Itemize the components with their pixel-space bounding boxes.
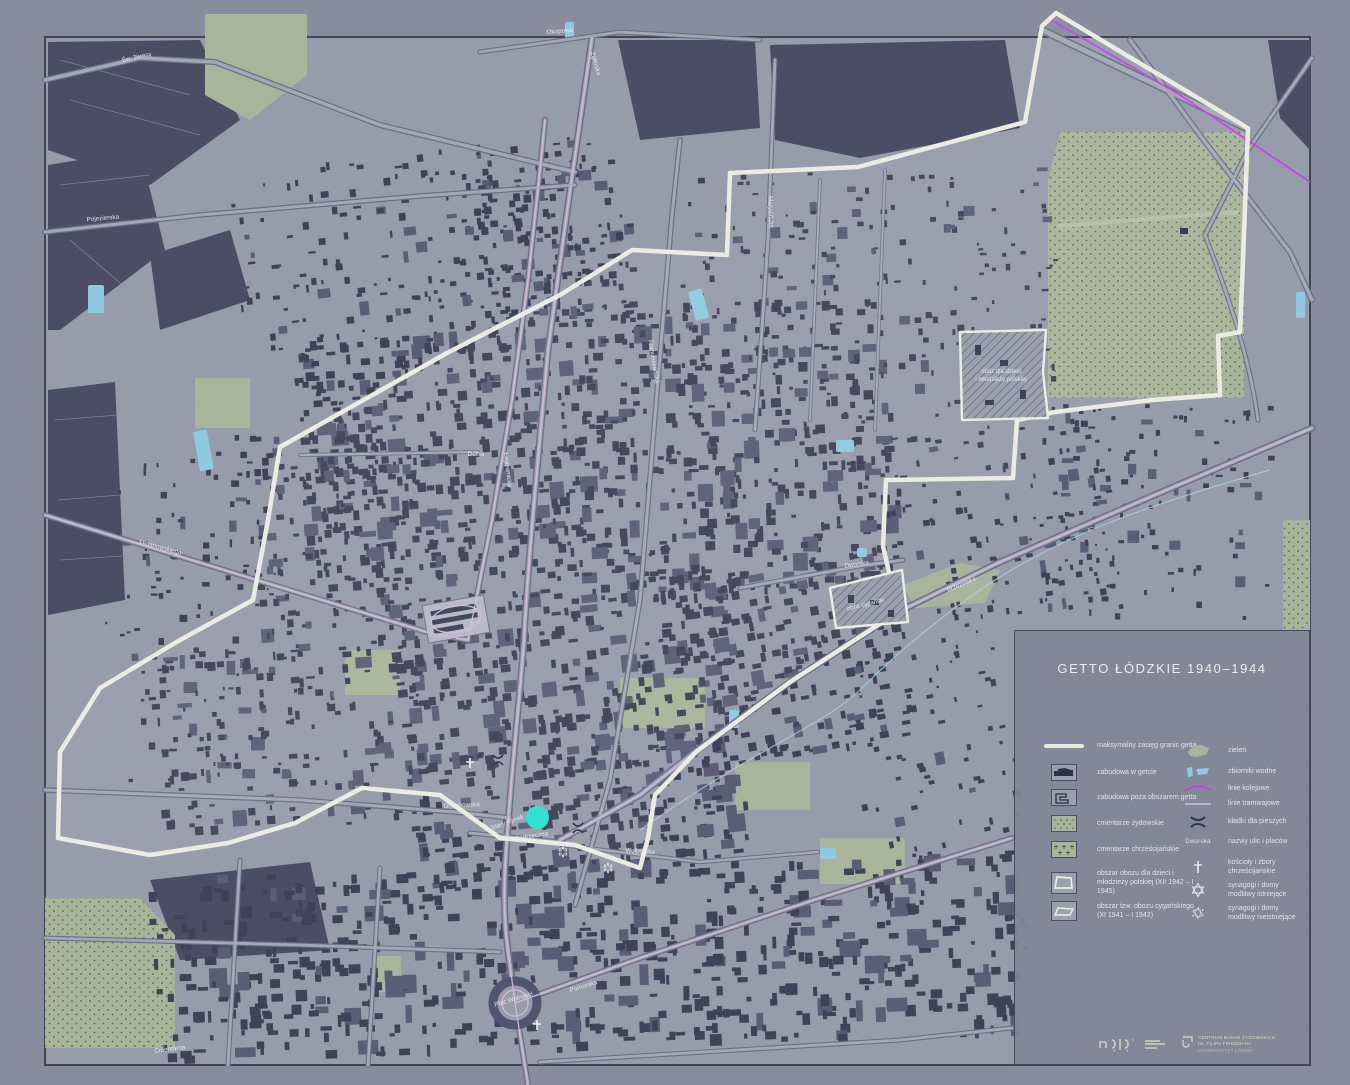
map-document: Św. Teresy Okopowa Pojezierska Zgierska Mary… bbox=[0, 0, 1350, 1085]
legend-item-jewish-cemeteries: cmentarze żydowskie bbox=[1041, 815, 1197, 832]
legend-item-buildings-outside: zabudowa poza obszarem getta bbox=[1041, 789, 1197, 806]
legend-item-christian-cemeteries: cmentarze chrześcijańskie bbox=[1041, 841, 1197, 858]
buildings-outside-icon bbox=[1041, 789, 1087, 806]
children-camp-label: i młodzieży polskiej bbox=[975, 377, 1026, 383]
map-title: GETTO ŁÓDZKIE 1940–1944 bbox=[1057, 661, 1267, 676]
street-name-sample: Dworska bbox=[1185, 838, 1211, 845]
legend-item-children-camp: obszar obozu dla dzieci i młodzieży pols… bbox=[1041, 869, 1197, 896]
greenery-icon bbox=[1178, 743, 1218, 759]
railway-lines-icon bbox=[1178, 783, 1218, 795]
legend-item-churches: kościoły i zbory chrześcijańskie bbox=[1178, 858, 1302, 876]
legend-item-gypsy-camp: obszar tzw. obozu cygańskiego (XI 1941 –… bbox=[1041, 901, 1197, 921]
children-camp-label: obóz dla dzieci bbox=[981, 369, 1021, 375]
org-name-line2: IM. FILIPA FRIEDMANA bbox=[1198, 1041, 1252, 1047]
children-camp-icon bbox=[1041, 871, 1087, 894]
university-logo: CENTRUM BADAŃ ŻYDOWSKICH IM. FILIPA FRIE… bbox=[1181, 1035, 1275, 1055]
jewish-cemeteries-icon bbox=[1041, 815, 1087, 832]
legend-item-tram-lines: linie tramwajowe bbox=[1178, 799, 1302, 808]
church-cross-icon bbox=[1178, 859, 1218, 875]
org-name-line3: UNIWERSYTET ŁÓDZKI bbox=[1198, 1048, 1253, 1054]
legend-item-synagogues-nonexisting: synagogi i domy modlitwy nieistniejące bbox=[1178, 904, 1302, 922]
legend-item-synagogues-existing: synagogi i domy modlitwy istniejące bbox=[1178, 881, 1302, 899]
gypsy-camp-icon bbox=[1041, 901, 1087, 921]
legend-item-water-bodies: zbiorniki wodne bbox=[1178, 765, 1302, 779]
legend-item-greenery: zieleń bbox=[1178, 743, 1302, 759]
credits: CENTRUM BADAŃ ŻYDOWSKICH IM. FILIPA FRIE… bbox=[1097, 1035, 1275, 1055]
location-marker[interactable] bbox=[526, 806, 549, 829]
logo-text-bars bbox=[1145, 1039, 1165, 1049]
legend-item-street-names: Dworska nazwy ulic i placów bbox=[1178, 837, 1302, 846]
christian-cemeteries-icon bbox=[1041, 841, 1087, 858]
footbridge-icon bbox=[1178, 815, 1218, 829]
legend-item-railway-lines: linie kolejowe bbox=[1178, 783, 1302, 795]
buildings-inside-icon bbox=[1041, 764, 1087, 781]
legend-panel: GETTO ŁÓDZKIE 1940–1944 maksymalny zasię… bbox=[1014, 630, 1310, 1065]
tram-lines-icon bbox=[1178, 800, 1218, 808]
legend-item-buildings-inside: zabudowa w getcie bbox=[1041, 764, 1197, 781]
star-of-david-icon bbox=[1178, 882, 1218, 898]
water-bodies-icon bbox=[1178, 765, 1218, 779]
street-label: Marysińska bbox=[766, 196, 774, 229]
ghetto-boundary-icon bbox=[1041, 741, 1087, 751]
legend-item-footbridges: kładki dla pieszych bbox=[1178, 815, 1302, 829]
legend-item-ghetto-boundary: maksymalny zasięg granic getta bbox=[1041, 741, 1197, 751]
hebrew-logo bbox=[1097, 1035, 1165, 1053]
broken-star-icon bbox=[1178, 906, 1218, 920]
street-label: Dolna bbox=[468, 451, 485, 458]
